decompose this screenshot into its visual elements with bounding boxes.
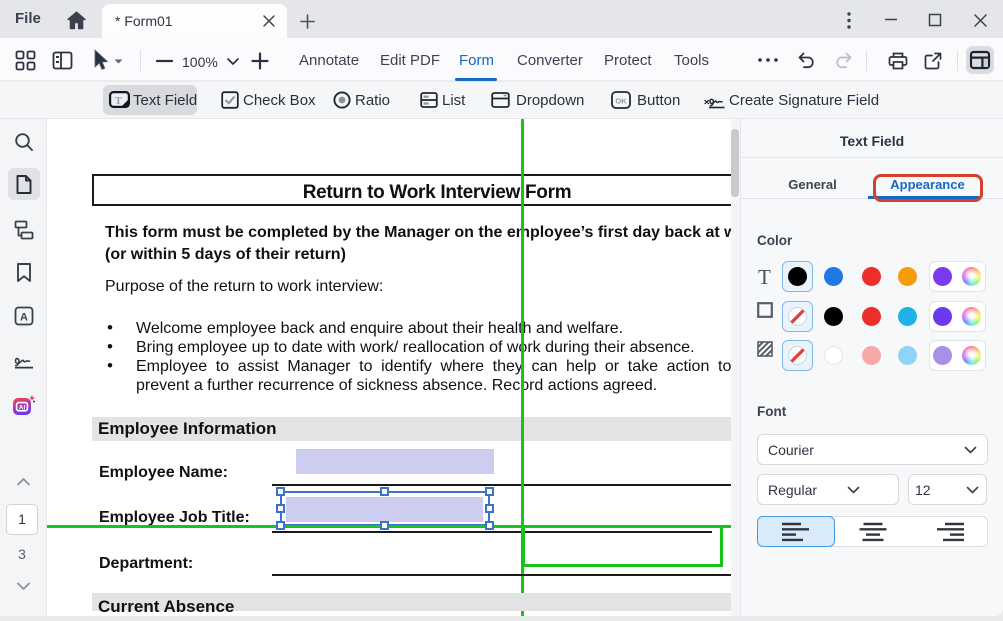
- svg-text:A: A: [20, 311, 28, 323]
- svg-text:T: T: [115, 95, 123, 107]
- svg-text:OK: OK: [615, 96, 627, 105]
- svg-text:AI: AI: [19, 404, 26, 411]
